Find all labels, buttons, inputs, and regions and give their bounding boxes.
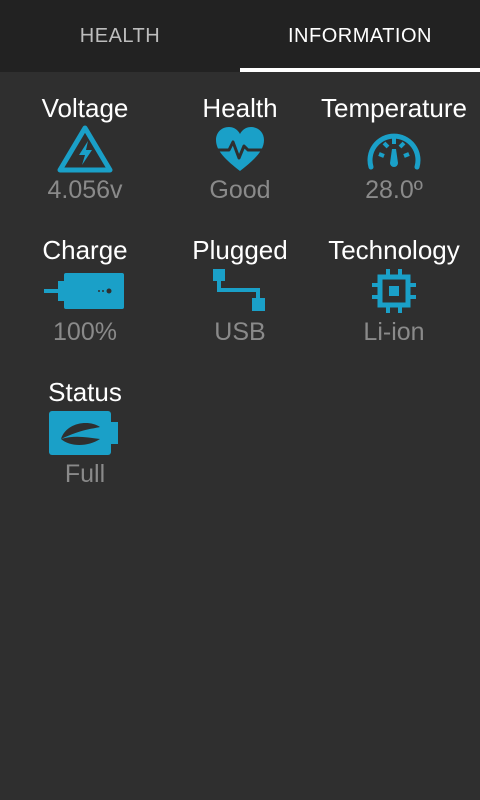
tab-health-label: HEALTH bbox=[79, 24, 161, 47]
health-value: Good bbox=[209, 176, 271, 204]
voltage-label: Voltage bbox=[41, 93, 129, 123]
technology-value: Li-ion bbox=[363, 318, 425, 346]
heart-pulse-icon bbox=[195, 123, 285, 175]
gauge-icon bbox=[349, 123, 439, 175]
tab-health[interactable]: HEALTH bbox=[0, 0, 240, 72]
tab-information[interactable]: INFORMATION bbox=[240, 0, 480, 72]
tab-information-label: INFORMATION bbox=[287, 24, 432, 47]
temperature-value: 28.0º bbox=[365, 176, 423, 204]
health-label: Health bbox=[202, 93, 278, 123]
battery-plug-icon bbox=[40, 265, 130, 317]
charge-value: 100% bbox=[53, 318, 117, 346]
status-value: Full bbox=[64, 460, 106, 488]
status-label: Status bbox=[48, 377, 122, 407]
voltage-warning-icon bbox=[40, 123, 130, 175]
tab-bar: HEALTH INFORMATION bbox=[0, 0, 480, 72]
usb-connector-icon bbox=[195, 265, 285, 317]
plugged-value: USB bbox=[214, 318, 266, 346]
battery-leaf-icon bbox=[40, 407, 130, 459]
chip-icon bbox=[349, 265, 439, 317]
temperature-label: Temperature bbox=[321, 93, 467, 123]
technology-label: Technology bbox=[328, 235, 460, 265]
plugged-label: Plugged bbox=[192, 235, 288, 265]
tab-selected-indicator bbox=[240, 68, 480, 72]
charge-label: Charge bbox=[42, 235, 128, 265]
voltage-value: 4.056v bbox=[47, 176, 123, 204]
